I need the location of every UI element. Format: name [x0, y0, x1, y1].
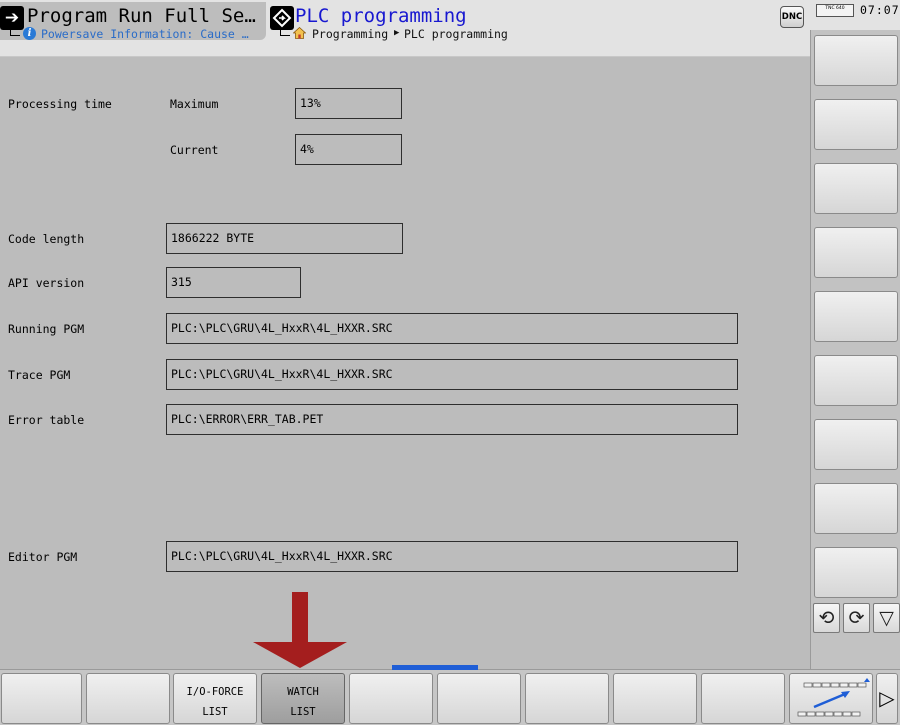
vertical-softkey-8[interactable] [814, 483, 898, 534]
rotate-ccw-icon[interactable]: ⟲ [813, 603, 840, 633]
info-icon: i [23, 27, 36, 40]
softkey-6[interactable] [437, 673, 521, 724]
io-force-label-line1: I/O-FORCE [186, 686, 244, 698]
softkey-9[interactable] [701, 673, 785, 724]
io-force-label-line2: LIST [202, 706, 228, 718]
dnc-button[interactable]: DNC [780, 6, 804, 28]
programming-mode-title: PLC programming [295, 5, 467, 27]
softkey-8[interactable] [613, 673, 697, 724]
tnc-logo: TNC 640 [816, 4, 854, 17]
vertical-softkey-bar: ⟲ ⟳ ▽ [810, 30, 900, 670]
trace-pgm-label: Trace PGM [8, 368, 71, 382]
editor-pgm-label: Editor PGM [8, 550, 78, 564]
current-field: 4% [295, 134, 402, 165]
softkey-5[interactable] [349, 673, 433, 724]
sub-hook-icon [10, 28, 20, 36]
mode-arrow-icon: ➔ [0, 6, 24, 30]
watch-list-softkey[interactable]: WATCH LIST [261, 673, 345, 724]
processing-time-label: Processing time [8, 97, 112, 111]
maximum-field: 13% [295, 88, 402, 119]
softkey-7[interactable] [525, 673, 609, 724]
operating-mode-title: Program Run Full Se… [27, 5, 256, 27]
api-version-field: 315 [166, 267, 301, 298]
horizontal-softkey-bar: I/O-FORCE LIST WATCH LIST ▷ [0, 669, 900, 725]
api-version-label: API version [8, 276, 85, 290]
plc-diamond-icon [270, 6, 294, 30]
maximum-label: Maximum [170, 97, 219, 111]
code-length-label: Code length [8, 232, 85, 246]
clock: 07:07 [860, 3, 900, 17]
vertical-softkey-5[interactable] [814, 291, 898, 342]
vertical-softkey-1[interactable] [814, 35, 898, 86]
softkey-2[interactable] [86, 673, 170, 724]
home-icon[interactable] [293, 27, 306, 39]
vertical-softkey-7[interactable] [814, 419, 898, 470]
active-softkey-indicator [392, 665, 478, 670]
error-table-label: Error table [8, 413, 85, 427]
watch-label-line1: WATCH [287, 686, 319, 698]
scroll-down-triangle-icon[interactable]: ▽ [873, 603, 900, 633]
vertical-softkey-3[interactable] [814, 163, 898, 214]
code-length-field: 1866222 BYTE [166, 223, 403, 254]
softkey-1[interactable] [1, 673, 82, 724]
editor-pgm-field: PLC:\PLC\GRU\4L_HxxR\4L_HXXR.SRC [166, 541, 738, 572]
sub-hook-icon [280, 28, 290, 36]
breadcrumb-programming[interactable]: Programming [312, 27, 388, 41]
vertical-softkey-4[interactable] [814, 227, 898, 278]
vertical-softkey-9[interactable] [814, 547, 898, 598]
watch-label-line2: LIST [290, 706, 316, 718]
programming-mode-tab[interactable]: PLC programming Programming ▶ PLC progra… [268, 2, 788, 41]
next-softkey-row-arrow-icon[interactable]: ▷ [876, 673, 898, 724]
breadcrumb-separator-icon: ▶ [394, 28, 400, 38]
trace-pgm-field: PLC:\PLC\GRU\4L_HxxR\4L_HXXR.SRC [166, 359, 738, 390]
top-right-panel: TNC 640 07:07 [810, 0, 900, 30]
running-pgm-label: Running PGM [8, 322, 85, 336]
io-force-list-softkey[interactable]: I/O-FORCE LIST [173, 673, 257, 724]
header-bar: ➔ Program Run Full Se… i Powersave Infor… [0, 0, 810, 57]
operating-mode-tab-program-run[interactable]: ➔ Program Run Full Se… i Powersave Infor… [0, 2, 266, 41]
logo-text: TNC 640 [825, 6, 845, 11]
vertical-softkey-2[interactable] [814, 99, 898, 150]
breadcrumb-plc-programming[interactable]: PLC programming [404, 27, 508, 41]
softkey-row-switch[interactable] [789, 673, 873, 724]
plc-info-panel: Processing time Maximum 13% Current 4% C… [0, 58, 809, 665]
vertical-softkey-6[interactable] [814, 355, 898, 406]
softkey-row-switch-icon [797, 678, 870, 717]
rotate-cw-icon[interactable]: ⟳ [843, 603, 870, 633]
running-pgm-field: PLC:\PLC\GRU\4L_HxxR\4L_HXXR.SRC [166, 313, 738, 344]
red-arrow-annotation-icon [253, 592, 347, 668]
error-table-field: PLC:\ERROR\ERR_TAB.PET [166, 404, 738, 435]
status-message[interactable]: Powersave Information: Cause … [41, 27, 249, 41]
current-label: Current [170, 143, 219, 157]
